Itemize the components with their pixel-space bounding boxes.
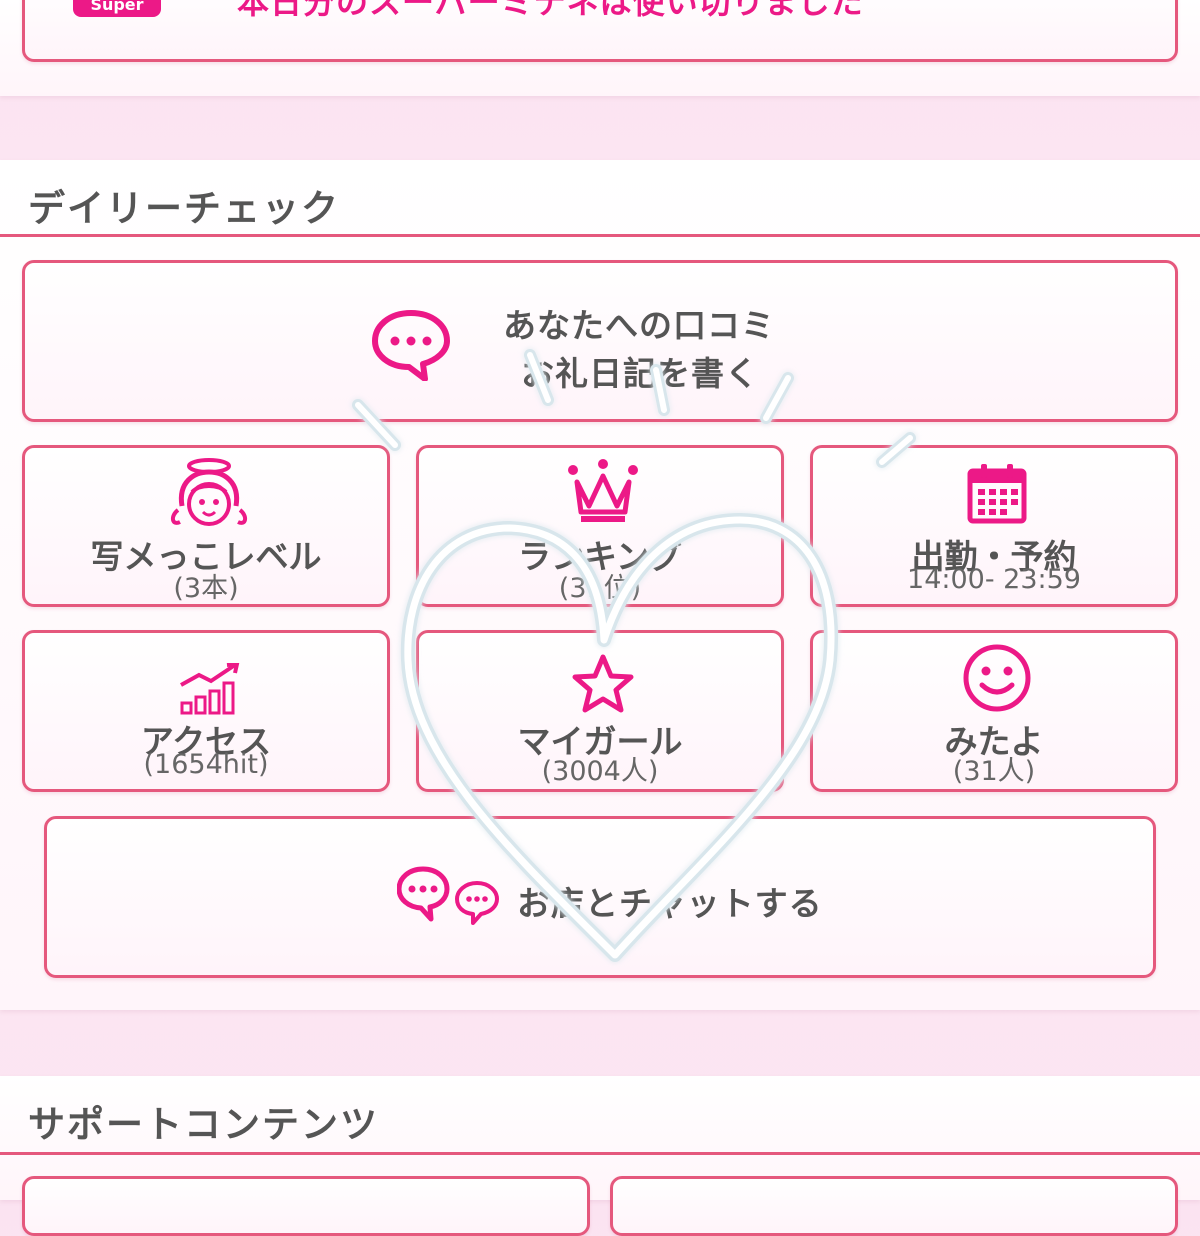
super-banner-card[interactable]: Super 本日分のスーパーミテネは使い切りました bbox=[22, 0, 1178, 62]
support-item-left[interactable] bbox=[22, 1176, 590, 1236]
super-banner-panel: Super 本日分のスーパーミテネは使い切りました bbox=[0, 0, 1200, 96]
photo-level-tile[interactable]: 写メっこレベル (3本) bbox=[22, 445, 390, 607]
crown-icon bbox=[568, 459, 638, 522]
photo-level-count: (3本) bbox=[173, 573, 239, 604]
ranking-value: (31位) bbox=[558, 573, 642, 604]
mitayo-count: (31人) bbox=[952, 756, 1036, 787]
angel-girl-icon bbox=[171, 458, 247, 526]
section-divider bbox=[0, 1152, 1200, 1155]
review-diary-button[interactable]: あなたへの口コミ お礼日記を書く bbox=[22, 260, 1178, 422]
calendar-icon bbox=[967, 464, 1027, 524]
mitayo-tile[interactable]: みたよ (31人) bbox=[810, 630, 1178, 792]
mygirl-tile[interactable]: マイガール (3004人) bbox=[416, 630, 784, 792]
access-tile[interactable]: アクセス (1654hit) bbox=[22, 630, 390, 792]
review-line-1: あなたへの口コミ bbox=[503, 306, 775, 345]
daily-check-title: デイリーチェック bbox=[28, 187, 340, 230]
section-divider bbox=[0, 234, 1200, 237]
ranking-tile[interactable]: ランキング (31位) bbox=[416, 445, 784, 607]
shop-chat-button[interactable]: お店とチャットする bbox=[44, 816, 1156, 978]
shop-chat-label: お店とチャットする bbox=[517, 884, 823, 923]
chat-bubble-icon bbox=[372, 310, 450, 381]
mygirl-count: (3004人) bbox=[541, 756, 659, 787]
star-icon bbox=[572, 654, 634, 713]
support-panel: サポートコンテンツ bbox=[0, 1076, 1200, 1236]
schedule-tile[interactable]: 出勤・予約 14:00- 23:59 bbox=[810, 445, 1178, 607]
super-banner-message: 本日分のスーパーミテネは使い切りました bbox=[237, 0, 864, 21]
support-item-right[interactable] bbox=[610, 1176, 1178, 1236]
double-chat-bubble-icon bbox=[397, 866, 499, 925]
bar-chart-up-icon bbox=[180, 663, 240, 715]
smiley-icon bbox=[963, 644, 1031, 712]
super-badge: Super bbox=[73, 0, 161, 17]
schedule-hours: 14:00- 23:59 bbox=[907, 564, 1081, 595]
access-count: (1654hit) bbox=[143, 749, 269, 780]
support-title: サポートコンテンツ bbox=[28, 1103, 379, 1146]
review-line-2: お礼日記を書く bbox=[521, 354, 759, 393]
